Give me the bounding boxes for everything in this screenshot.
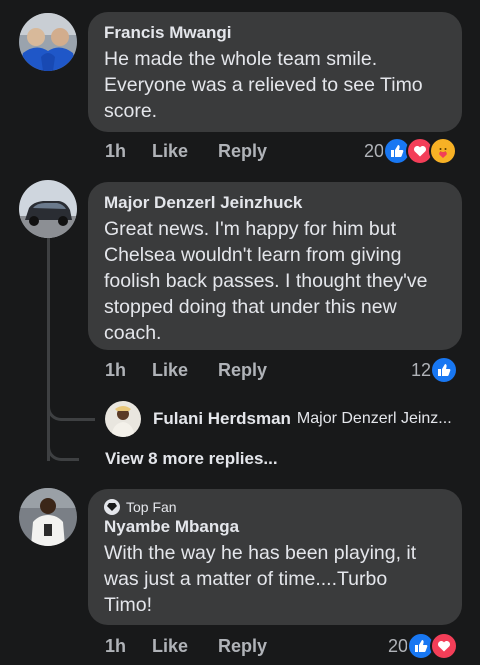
reply-button[interactable]: Reply — [218, 636, 267, 657]
comment-text-line: Timo! — [104, 594, 153, 616]
avatar — [105, 401, 141, 437]
comment-text-line: Great news. I'm happy for him but — [104, 218, 397, 240]
thread-connector — [47, 437, 79, 461]
top-fan-badge: Top Fan — [104, 498, 448, 516]
reaction-count: 20 — [364, 140, 385, 161]
comment-actions: 1h Like Reply — [105, 139, 267, 163]
reply-snippet: Major Denzerl Jeinz... — [296, 410, 452, 427]
like-button[interactable]: Like — [152, 360, 188, 381]
comment-text-line: With the way he has been playing, it — [104, 542, 417, 564]
diamond-icon — [104, 499, 120, 515]
reply-preview[interactable]: Fulani Herdsman Major Denzerl Jeinz... — [105, 401, 452, 437]
reaction-summary[interactable]: 20 — [388, 631, 459, 661]
badge-label: Top Fan — [126, 499, 177, 515]
comment-time[interactable]: 1h — [105, 636, 126, 657]
comment-author[interactable]: Francis Mwangi — [104, 22, 448, 44]
comment-actions: 1h Like Reply — [105, 634, 267, 658]
comment-text-line: He made the whole team smile. — [104, 48, 378, 70]
like-icon — [430, 356, 459, 384]
reaction-count: 12 — [411, 359, 432, 380]
reaction-summary[interactable]: 20 — [364, 136, 458, 166]
comment-text-line: stopped doing that under this new — [104, 296, 397, 318]
care-icon — [429, 137, 458, 165]
comment-text-line: score. — [104, 100, 158, 122]
reaction-count: 20 — [388, 635, 409, 656]
comment-text: Great news. I'm happy for him but Chelse… — [104, 216, 448, 346]
view-more-replies-button[interactable]: View 8 more replies... — [105, 449, 278, 469]
comment-author[interactable]: Major Denzerl Jeinzhuck — [104, 192, 448, 214]
love-icon — [430, 632, 459, 660]
avatar[interactable] — [19, 180, 77, 238]
comment-text-line: foolish back passes. I thought they've — [104, 270, 428, 292]
comment-text: With the way he has been playing, it was… — [104, 540, 448, 618]
comment-bubble: Top Fan Nyambe Mbanga With the way he ha… — [88, 489, 462, 625]
reply-author[interactable]: Fulani Herdsman — [153, 409, 291, 429]
comment-time[interactable]: 1h — [105, 141, 126, 162]
thread-connector — [47, 397, 95, 421]
reaction-summary[interactable]: 12 — [411, 355, 459, 385]
comment-text-line: coach. — [104, 322, 162, 344]
thread-line — [47, 236, 50, 461]
comment-author[interactable]: Nyambe Mbanga — [104, 516, 448, 538]
avatar[interactable] — [19, 13, 77, 71]
comment-time[interactable]: 1h — [105, 360, 126, 381]
comment-text-line: Everyone was a relieved to see Timo — [104, 74, 423, 96]
reply-button[interactable]: Reply — [218, 141, 267, 162]
comment-text: He made the whole team smile. Everyone w… — [104, 46, 448, 124]
like-button[interactable]: Like — [152, 636, 188, 657]
avatar[interactable] — [19, 488, 77, 546]
comment-bubble: Francis Mwangi He made the whole team sm… — [88, 12, 462, 132]
comment-text-line: Chelsea wouldn't learn from giving — [104, 244, 402, 266]
like-button[interactable]: Like — [152, 141, 188, 162]
comment-actions: 1h Like Reply — [105, 358, 267, 382]
comment-text-line: was just a matter of time....Turbo — [104, 568, 388, 590]
reply-button[interactable]: Reply — [218, 360, 267, 381]
comment-bubble: Major Denzerl Jeinzhuck Great news. I'm … — [88, 182, 462, 350]
